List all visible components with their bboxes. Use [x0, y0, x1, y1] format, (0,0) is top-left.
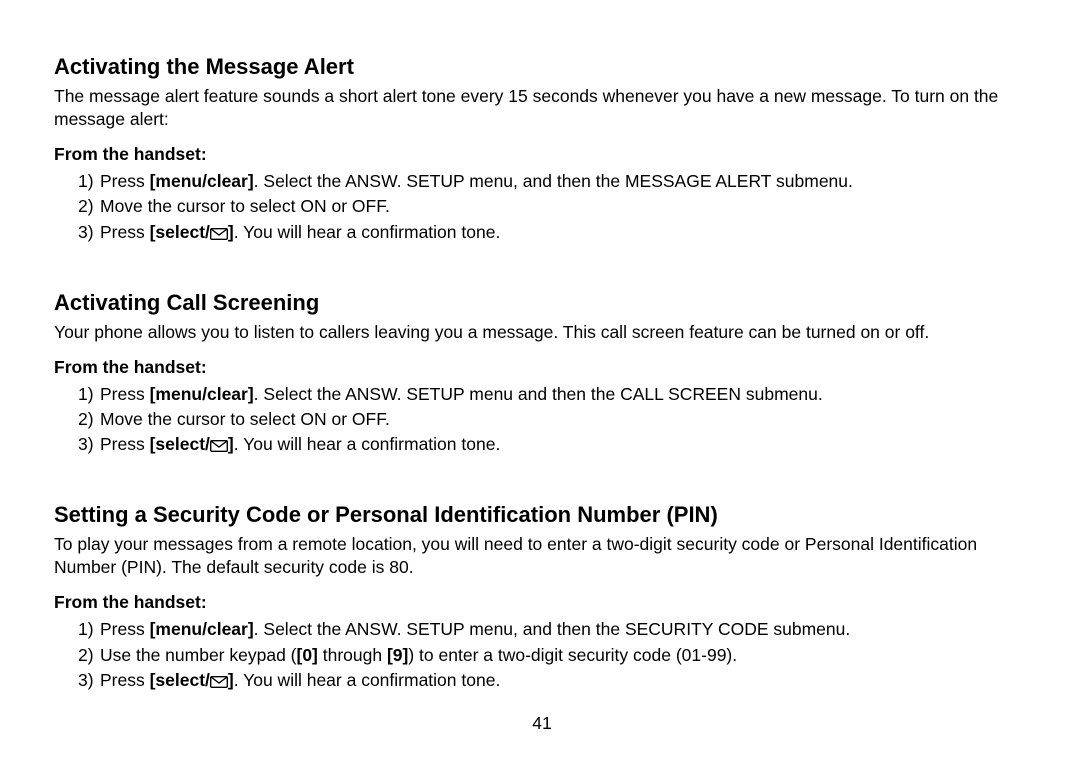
- step-number: 3): [78, 433, 100, 456]
- step-3: 3)Press [select/]. You will hear a confi…: [78, 669, 1030, 692]
- step-number: 1): [78, 383, 100, 406]
- step-text: . You will hear a confirmation tone.: [234, 670, 501, 690]
- step-number: 1): [78, 170, 100, 193]
- intro-message-alert: The message alert feature sounds a short…: [54, 85, 1030, 131]
- page-number: 41: [54, 712, 1030, 735]
- key-select: [select/]: [150, 222, 234, 242]
- step-number: 1): [78, 618, 100, 641]
- step-text: Move the cursor to select ON or OFF.: [100, 196, 390, 216]
- intro-security-code: To play your messages from a remote loca…: [54, 533, 1030, 579]
- step-text: . Select the ANSW. SETUP menu, and then …: [254, 171, 853, 191]
- steps-security-code: 1)Press [menu/clear]. Select the ANSW. S…: [54, 618, 1030, 691]
- step-text: Press: [100, 434, 150, 454]
- step-text: Press: [100, 171, 150, 191]
- envelope-icon: [210, 228, 228, 240]
- step-text: Press: [100, 670, 150, 690]
- key-menu-clear: [menu/clear]: [150, 384, 254, 404]
- step-1: 1)Press [menu/clear]. Select the ANSW. S…: [78, 170, 1030, 193]
- key-select: [select/]: [150, 670, 234, 690]
- step-number: 2): [78, 644, 100, 667]
- envelope-icon: [210, 440, 228, 452]
- key-menu-clear: [menu/clear]: [150, 171, 254, 191]
- step-text: through: [318, 645, 387, 665]
- step-number: 3): [78, 221, 100, 244]
- step-2: 2)Use the number keypad ([0] through [9]…: [78, 644, 1030, 667]
- key-select: [select/]: [150, 434, 234, 454]
- heading-security-code: Setting a Security Code or Personal Iden…: [54, 500, 1030, 529]
- subhead-handset-3: From the handset:: [54, 591, 1030, 614]
- step-3: 3)Press [select/]. You will hear a confi…: [78, 433, 1030, 456]
- step-text: . You will hear a confirmation tone.: [234, 222, 501, 242]
- step-text: . Select the ANSW. SETUP menu and then t…: [254, 384, 823, 404]
- step-number: 2): [78, 195, 100, 218]
- heading-call-screening: Activating Call Screening: [54, 288, 1030, 317]
- step-1: 1)Press [menu/clear]. Select the ANSW. S…: [78, 383, 1030, 406]
- envelope-icon: [210, 676, 228, 688]
- heading-message-alert: Activating the Message Alert: [54, 52, 1030, 81]
- step-number: 3): [78, 669, 100, 692]
- step-2: 2)Move the cursor to select ON or OFF.: [78, 195, 1030, 218]
- step-text: Use the number keypad (: [100, 645, 297, 665]
- steps-call-screening: 1)Press [menu/clear]. Select the ANSW. S…: [54, 383, 1030, 456]
- step-text: Press: [100, 619, 150, 639]
- step-number: 2): [78, 408, 100, 431]
- step-2: 2)Move the cursor to select ON or OFF.: [78, 408, 1030, 431]
- step-text: Press: [100, 384, 150, 404]
- step-text: Move the cursor to select ON or OFF.: [100, 409, 390, 429]
- step-3: 3)Press [select/]. You will hear a confi…: [78, 221, 1030, 244]
- step-text: Press: [100, 222, 150, 242]
- subhead-handset-1: From the handset:: [54, 143, 1030, 166]
- key-menu-clear: [menu/clear]: [150, 619, 254, 639]
- step-1: 1)Press [menu/clear]. Select the ANSW. S…: [78, 618, 1030, 641]
- step-text: . Select the ANSW. SETUP menu, and then …: [254, 619, 851, 639]
- subhead-handset-2: From the handset:: [54, 356, 1030, 379]
- step-text: . You will hear a confirmation tone.: [234, 434, 501, 454]
- step-text: ) to enter a two-digit security code (01…: [408, 645, 737, 665]
- key-zero: [0]: [297, 645, 318, 665]
- steps-message-alert: 1)Press [menu/clear]. Select the ANSW. S…: [54, 170, 1030, 243]
- intro-call-screening: Your phone allows you to listen to calle…: [54, 321, 1030, 344]
- key-nine: [9]: [387, 645, 408, 665]
